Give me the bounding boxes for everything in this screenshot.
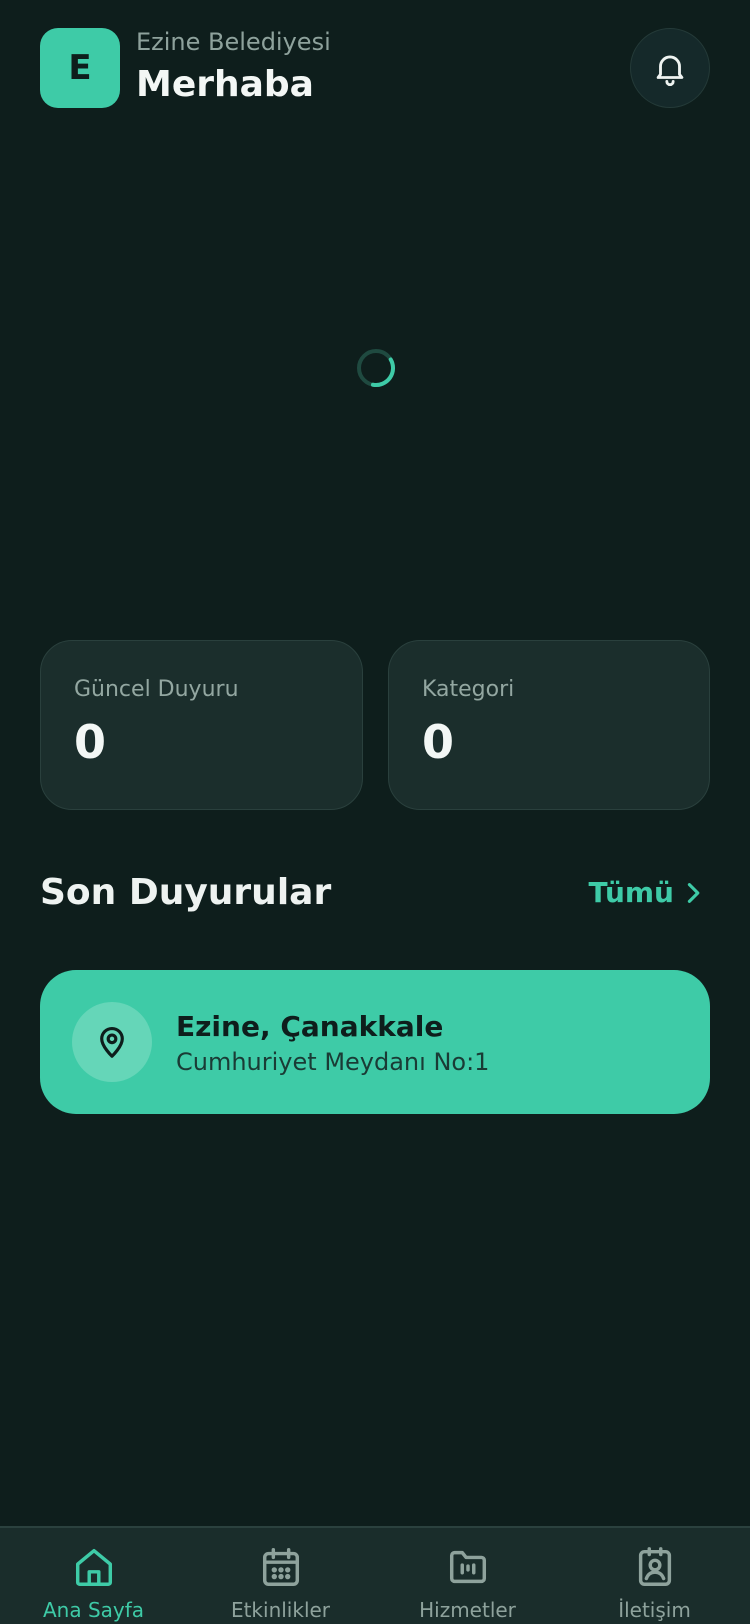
nav-label: Ana Sayfa bbox=[42, 1598, 145, 1622]
home-icon bbox=[75, 1548, 112, 1586]
location-icon-wrap bbox=[72, 1002, 152, 1082]
org-name: Ezine Belediyesi bbox=[136, 28, 331, 56]
loading-spinner-icon bbox=[357, 349, 396, 388]
stat-card-announcements: Güncel Duyuru 0 bbox=[40, 640, 363, 810]
bell-icon bbox=[656, 55, 684, 86]
nav-label: Etkinlikler bbox=[230, 1598, 331, 1622]
nav-item-events[interactable]: Etkinlikler bbox=[187, 1528, 374, 1624]
stat-card-categories: Kategori 0 bbox=[388, 640, 710, 810]
greeting-title: Merhaba bbox=[136, 64, 314, 105]
bottom-nav: Ana Sayfa Etkinlikler Hizmetler İletişim bbox=[0, 1526, 750, 1624]
location-address: Cumhuriyet Meydanı No:1 bbox=[176, 1048, 490, 1076]
header: E Ezine Belediyesi Merhaba bbox=[40, 28, 710, 108]
see-all-link[interactable]: Tümü bbox=[589, 876, 702, 909]
home-screen: E Ezine Belediyesi Merhaba Güncel Duyuru… bbox=[0, 0, 750, 1624]
stat-value: 0 bbox=[74, 715, 107, 769]
section-title: Son Duyurular bbox=[40, 872, 332, 913]
location-card[interactable]: Ezine, Çanakkale Cumhuriyet Meydanı No:1 bbox=[40, 970, 710, 1114]
contact-icon bbox=[638, 1547, 671, 1586]
stat-value: 0 bbox=[422, 715, 455, 769]
nav-label: Hizmetler bbox=[419, 1598, 516, 1622]
notifications-button[interactable] bbox=[630, 28, 710, 108]
nav-item-contact[interactable]: İletişim bbox=[561, 1528, 748, 1624]
map-pin-icon bbox=[100, 1027, 124, 1058]
see-all-label: Tümü bbox=[588, 876, 674, 909]
app-logo: E bbox=[40, 28, 120, 108]
nav-item-home[interactable]: Ana Sayfa bbox=[0, 1528, 187, 1624]
calendar-icon bbox=[262, 1548, 299, 1586]
nav-label: İletişim bbox=[618, 1598, 691, 1622]
folder-icon bbox=[449, 1550, 486, 1584]
nav-item-services[interactable]: Hizmetler bbox=[374, 1528, 561, 1624]
location-title: Ezine, Çanakkale bbox=[176, 1010, 444, 1043]
stat-label: Kategori bbox=[422, 677, 515, 702]
stat-label: Güncel Duyuru bbox=[74, 677, 239, 702]
chevron-right-icon bbox=[687, 882, 700, 903]
